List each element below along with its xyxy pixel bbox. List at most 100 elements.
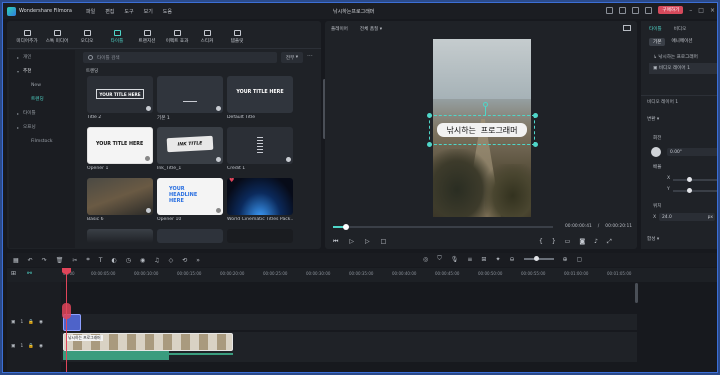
download-icon[interactable] — [146, 106, 151, 111]
playhead-marker[interactable] — [62, 303, 71, 319]
playhead[interactable] — [66, 268, 67, 372]
menu-file[interactable]: 파일 — [86, 8, 95, 15]
category-new[interactable]: New — [9, 78, 75, 92]
blend-heading[interactable]: 합성 ▾ — [647, 236, 659, 242]
slider-knob[interactable] — [687, 188, 692, 193]
title-tile[interactable]: YOUR TITLE HERE Opener 1 — [87, 127, 153, 175]
play-alt-icon[interactable]: ▷ — [365, 238, 370, 246]
keyframe-icon[interactable]: ◇ — [169, 257, 174, 264]
eye-icon[interactable]: ◉ — [39, 344, 43, 349]
scale-x-slider[interactable] — [673, 177, 717, 182]
download-icon[interactable] — [216, 106, 221, 111]
title-overlay[interactable]: 낚시하는 프로그래머 — [437, 123, 527, 137]
speed-icon[interactable]: ◷ — [126, 257, 131, 264]
ai-icon[interactable]: ✦ — [495, 256, 500, 263]
filter-dropdown[interactable]: 전부 ▾ — [281, 52, 303, 63]
tab-stock[interactable]: 스톡 미디어 — [43, 25, 71, 45]
title-tile[interactable]: Basic 6 — [87, 178, 153, 226]
scale-y-slider[interactable] — [673, 188, 717, 193]
eye-icon[interactable]: ◉ — [39, 320, 43, 325]
minimize-icon[interactable]: – — [689, 7, 692, 14]
download-icon[interactable] — [286, 157, 291, 162]
rotate-handle[interactable] — [483, 102, 488, 107]
mark-in-icon[interactable]: { — [539, 238, 543, 246]
timeline-scrollbar[interactable] — [635, 283, 638, 303]
title-tile[interactable]: INK TITLE Ink_Title_1 — [157, 127, 223, 175]
title-tile[interactable]: YOUR HEADLINE HERE Opener 10 — [157, 178, 223, 226]
seek-knob[interactable] — [343, 224, 349, 230]
resize-handle[interactable] — [533, 142, 538, 147]
delete-icon[interactable]: 🗑 — [56, 257, 64, 264]
resize-handle[interactable] — [427, 113, 432, 118]
rotate-field[interactable]: 0.00° — [667, 148, 717, 156]
marker-icon[interactable]: ⛉ — [437, 255, 442, 263]
subtab-animation[interactable]: 애니메이션 — [671, 38, 692, 46]
category-titles[interactable]: ▸ 타이틀 — [9, 106, 75, 120]
title-tile[interactable]: 기본 1 — [157, 76, 223, 124]
mixer-icon[interactable]: ≡ — [467, 256, 472, 263]
category-filmstock[interactable]: Filmstock — [9, 134, 75, 148]
time-ruler[interactable]: ⊞ ⚯ 00:00 00:00:05:00 00:00:10:00 00:00:… — [7, 268, 717, 282]
layer-item[interactable]: ↳ 낚시하는 프로그래머 — [653, 52, 717, 63]
link-icon[interactable]: ⚯ — [27, 270, 32, 277]
menu-edit[interactable]: 편집 — [105, 8, 114, 15]
tab-audio[interactable]: 오디오 — [73, 25, 101, 45]
category-personal[interactable]: ▸ 개인 — [9, 50, 75, 64]
lock-icon[interactable]: 🔒 — [28, 344, 34, 349]
resize-handle[interactable] — [533, 113, 538, 118]
adjust-icon[interactable]: ◐ — [111, 257, 116, 264]
camera-icon[interactable]: ◙ — [579, 238, 585, 246]
more-options-icon[interactable]: ··· — [307, 53, 313, 60]
color-icon[interactable]: ◉ — [140, 257, 145, 264]
quality-dropdown[interactable]: 전체 품질 ▾ — [360, 26, 382, 32]
play-icon[interactable]: ▷ — [349, 238, 354, 246]
text-icon[interactable]: T — [99, 257, 103, 264]
title-tile-partial[interactable] — [87, 229, 153, 243]
undo-icon[interactable]: ↶ — [28, 257, 33, 264]
render-icon[interactable]: ◎ — [423, 256, 428, 263]
zoom-in-icon[interactable]: ⊕ — [563, 256, 568, 263]
maximize-icon[interactable]: □ — [698, 7, 704, 14]
mic-icon[interactable]: 🎙 — [451, 256, 459, 263]
layout-icon[interactable] — [619, 6, 627, 14]
player-mode[interactable]: 플레이어 — [331, 26, 348, 32]
tab-stickers[interactable]: 스티커 — [193, 25, 221, 45]
download-icon[interactable] — [216, 157, 221, 162]
category-trending[interactable]: 트렌딩 — [9, 92, 75, 106]
tab-title-props[interactable]: 타이틀 — [649, 26, 662, 32]
title-tile[interactable]: YOUR TITLE HERE Default Title — [227, 76, 293, 124]
resize-handle[interactable] — [427, 142, 432, 147]
display-icon[interactable]: ▭ — [565, 238, 571, 246]
crop-icon[interactable]: ⌗ — [86, 256, 89, 264]
menu-tools[interactable]: 도구 — [124, 8, 133, 15]
title-tile-partial[interactable] — [227, 229, 293, 243]
tab-titles[interactable]: 타이틀 — [103, 25, 131, 45]
title-tile[interactable]: Credit 1 — [227, 127, 293, 175]
video-clip[interactable]: 낚시하는 프로그래머 — [63, 333, 233, 351]
fullscreen-icon[interactable]: ⤢ — [607, 238, 612, 246]
position-x-field[interactable]: 24.0 px — [659, 213, 715, 221]
redo-icon[interactable]: ↷ — [42, 257, 47, 264]
subtab-basic[interactable]: 기본 — [649, 38, 666, 46]
tab-effects[interactable]: 이펙트 효과 — [163, 25, 191, 45]
audio-waveform[interactable] — [63, 351, 169, 360]
add-track-icon[interactable]: ⊞ — [11, 270, 16, 277]
menu-help[interactable]: 도움 — [163, 8, 172, 15]
tab-video-props[interactable]: 비디오 — [674, 26, 687, 32]
download-icon[interactable] — [216, 208, 221, 213]
zoom-knob[interactable] — [533, 256, 539, 261]
slider-knob[interactable] — [687, 177, 692, 182]
category-recommended[interactable]: ▾ 추천 — [9, 64, 75, 78]
download-icon[interactable] — [145, 156, 150, 161]
previous-frame-icon[interactable]: ⏮ — [333, 238, 338, 246]
title-track[interactable] — [61, 314, 637, 330]
cut-icon[interactable]: ✂ — [72, 257, 77, 264]
transform-heading[interactable]: 변환 ▾ — [647, 116, 659, 122]
favorite-icon[interactable]: ♥ — [229, 178, 234, 184]
title-tile[interactable]: ♥ World Cinematic Titles Pack... — [227, 178, 293, 226]
zoom-out-icon[interactable]: ⊖ — [509, 256, 514, 263]
buy-button[interactable]: 구매하기 — [658, 6, 684, 14]
layout-grid-icon[interactable]: ▦ — [13, 257, 19, 264]
tab-media[interactable]: 미디어추가 — [13, 25, 41, 45]
volume-icon[interactable]: ♪ — [594, 238, 598, 246]
